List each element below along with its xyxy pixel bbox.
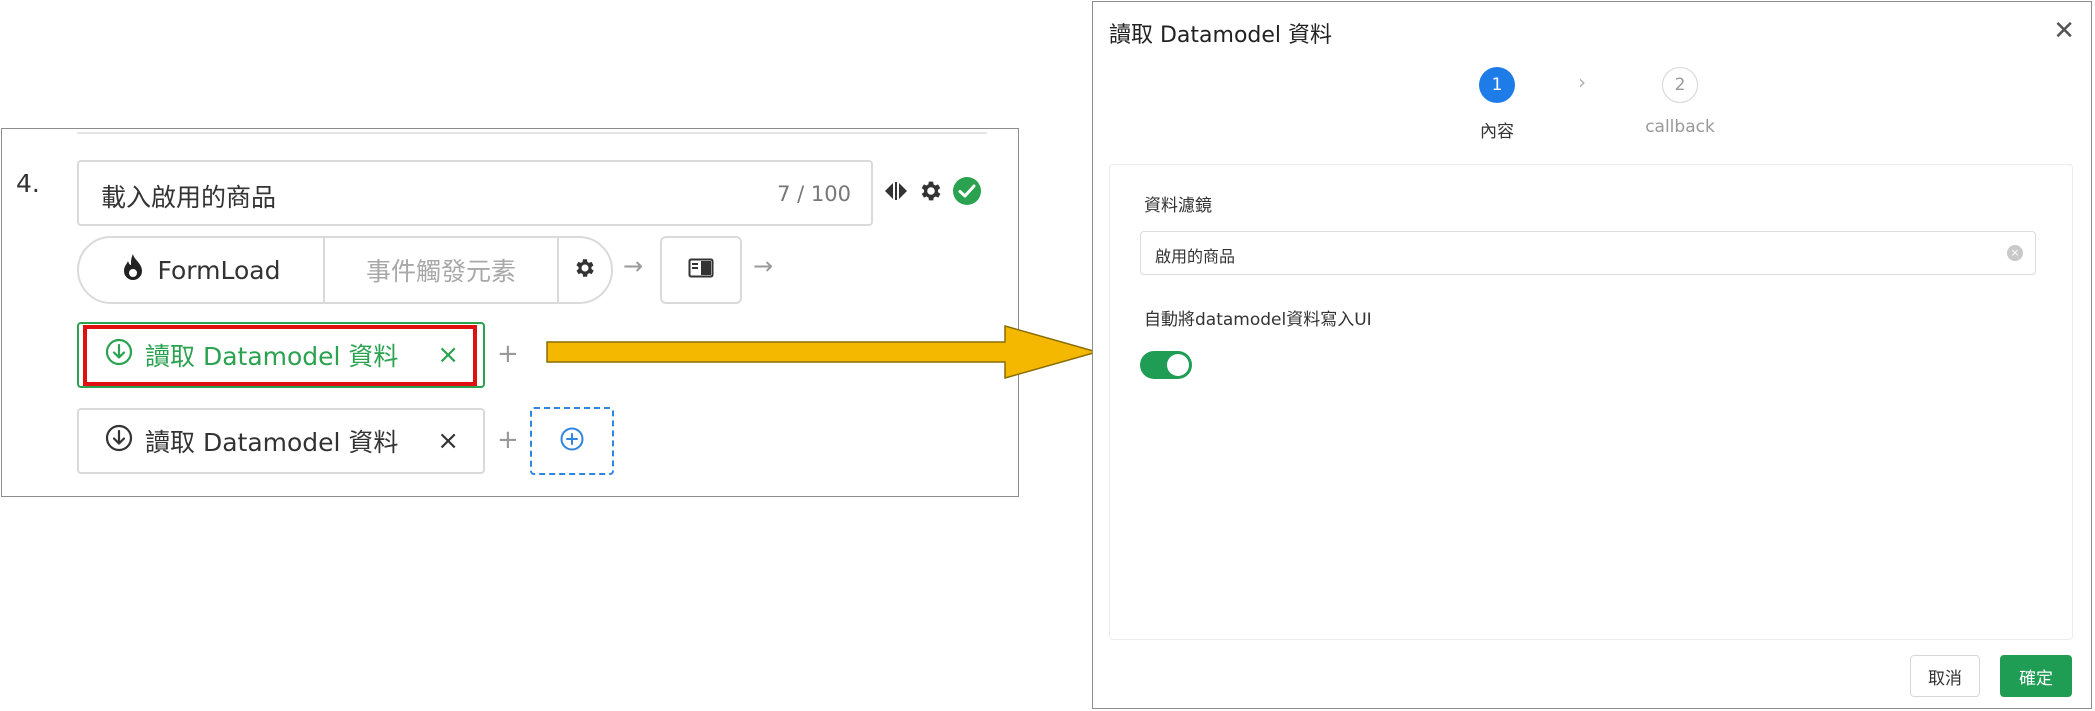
event-settings-button[interactable] (559, 238, 611, 302)
add-action-plus[interactable]: + (497, 425, 519, 455)
filter-value: 啟用的商品 (1155, 247, 1236, 266)
code-toggle-icon[interactable] (882, 179, 910, 207)
remove-action-button[interactable]: × (437, 426, 459, 456)
download-icon (105, 424, 133, 458)
read-datamodel-dialog: 讀取 Datamodel 資料 ✕ 1 內容 › 2 callback 資料濾鏡… (1092, 1, 2092, 709)
step-name-value: 載入啟用的商品 (101, 183, 277, 212)
chevron-right-icon: › (1578, 70, 1586, 94)
step-label: callback (1645, 117, 1715, 137)
fire-icon (122, 253, 144, 287)
workflow-editor-panel: 4. 載入啟用的商品 7 / 100 FormLoad 事件觸發元素 → → 讀… (1, 128, 1019, 497)
content-form: 資料濾鏡 啟用的商品 × 自動將datamodel資料寫入UI (1109, 164, 2073, 640)
panel-layout-button[interactable] (660, 236, 742, 304)
trigger-label: FormLoad (157, 255, 281, 285)
confirm-button[interactable]: 確定 (2000, 655, 2072, 697)
action-read-datamodel[interactable]: 讀取 Datamodel 資料 × (77, 408, 485, 474)
gear-icon (573, 256, 597, 284)
flow-arrow: → (623, 252, 644, 280)
cancel-button[interactable]: 取消 (1910, 655, 1980, 697)
highlight-annotation (83, 325, 477, 386)
action-label: 讀取 Datamodel 資料 (145, 428, 399, 457)
divider (77, 132, 987, 134)
step-number-badge: 2 (1662, 67, 1698, 103)
clear-icon[interactable]: × (2007, 245, 2023, 261)
step-number: 4. (16, 169, 40, 198)
panel-layout-icon (688, 258, 714, 282)
trigger-element-select[interactable]: 事件觸發元素 (325, 238, 559, 302)
filter-label: 資料濾鏡 (1144, 196, 1212, 216)
valid-check-icon (952, 176, 982, 210)
trigger-formload[interactable]: FormLoad (79, 238, 325, 302)
step-icon-row (882, 176, 982, 210)
toggle-knob (1167, 354, 1189, 376)
add-action-button[interactable] (530, 407, 614, 475)
flow-arrow: → (753, 252, 774, 280)
settings-gear-icon[interactable] (918, 178, 944, 208)
add-action-plus[interactable]: + (497, 339, 519, 369)
step-name-input[interactable]: 載入啟用的商品 7 / 100 (77, 160, 873, 226)
event-trigger-group: FormLoad 事件觸發元素 (77, 236, 613, 304)
step-label: 內容 (1480, 122, 1514, 142)
close-icon[interactable]: ✕ (2053, 16, 2075, 46)
filter-select[interactable]: 啟用的商品 × (1140, 231, 2036, 275)
auto-write-toggle[interactable] (1140, 351, 1192, 379)
callout-arrow (546, 325, 1100, 379)
step-content[interactable]: 1 內容 (1437, 67, 1557, 142)
dialog-title: 讀取 Datamodel 資料 (1109, 23, 1333, 48)
plus-circle-icon (559, 426, 585, 456)
char-counter: 7 / 100 (777, 182, 851, 206)
auto-write-label: 自動將datamodel資料寫入UI (1144, 310, 1372, 330)
step-number-badge: 1 (1479, 67, 1515, 103)
step-callback[interactable]: 2 callback (1620, 67, 1740, 137)
